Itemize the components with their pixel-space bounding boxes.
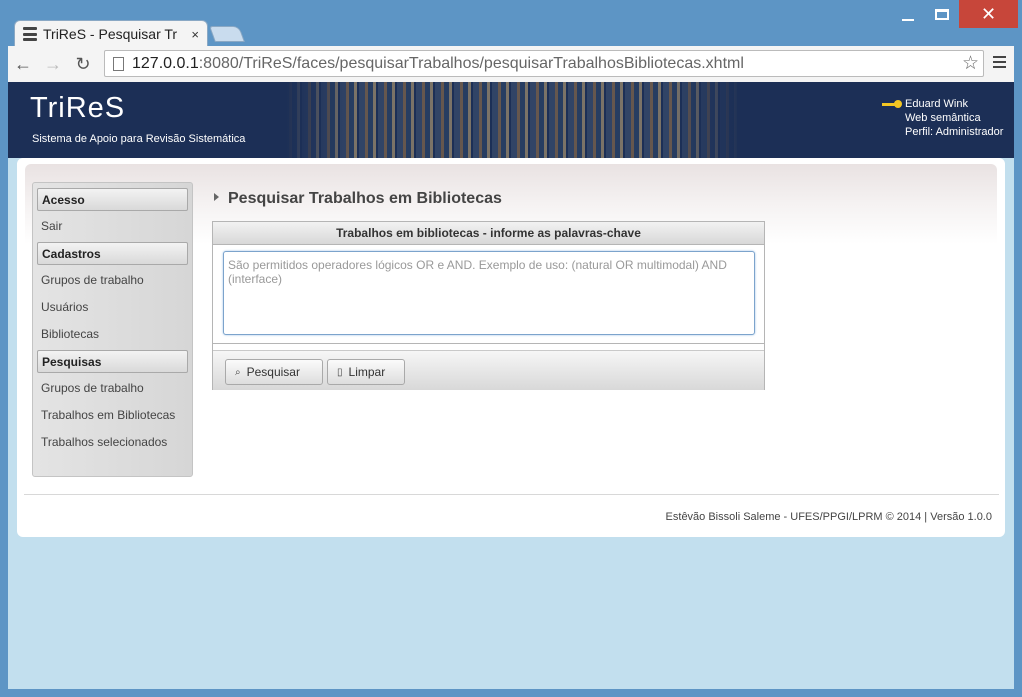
close-window-button[interactable]: ✕	[959, 0, 1018, 28]
keywords-input[interactable]	[223, 251, 755, 335]
user-name: Eduard Wink	[905, 98, 968, 110]
search-icon: ⌕	[235, 366, 241, 378]
footer-text: Estêvão Bissoli Saleme - UFES/PPGI/LPRM …	[665, 511, 992, 523]
sidebar-menu: Acesso Sair Cadastros Grupos de trabalho…	[32, 182, 193, 477]
maximize-button[interactable]	[927, 0, 957, 28]
bookmark-star-icon[interactable]: ☆	[962, 52, 979, 75]
footer-divider	[24, 494, 999, 495]
sidebar-header-acesso[interactable]: Acesso	[37, 188, 188, 211]
title-arrow-icon	[214, 192, 219, 201]
sidebar-item-trabalhos-selecionados[interactable]: Trabalhos selecionados	[37, 431, 188, 458]
user-profile: Perfil: Administrador	[905, 126, 1004, 138]
reload-button[interactable]: ↻	[68, 54, 98, 75]
url-host: 127.0.0.1	[132, 54, 199, 72]
back-button[interactable]: ←	[8, 54, 38, 75]
app-logo: TriReS	[30, 92, 126, 124]
browser-menu-icon[interactable]	[993, 56, 1006, 68]
sidebar-item-bibliotecas[interactable]: Bibliotecas	[37, 323, 188, 350]
search-button[interactable]: ⌕ Pesquisar	[225, 359, 323, 385]
user-info: Eduard Wink Web semântica Perfil: Admini…	[905, 97, 1005, 139]
address-bar[interactable]: 127.0.0.1:8080/TriReS/faces/pesquisarTra…	[104, 50, 984, 77]
page-icon	[113, 56, 124, 71]
browser-toolbar: ← → ↻ 127.0.0.1:8080/TriReS/faces/pesqui…	[8, 46, 1014, 82]
sidebar-header-pesquisas[interactable]: Pesquisas	[37, 350, 188, 373]
clear-button[interactable]: ▯ Limpar	[327, 359, 405, 385]
header-banner-image	[283, 82, 741, 158]
close-icon: ✕	[980, 3, 997, 24]
tab-close-icon[interactable]: ×	[191, 27, 199, 42]
user-group: Web semântica	[905, 112, 981, 124]
form-header: Trabalhos em bibliotecas - informe as pa…	[213, 222, 764, 245]
search-form-panel: Trabalhos em bibliotecas - informe as pa…	[212, 221, 765, 390]
books-icon	[23, 27, 37, 41]
window-titlebar: TriReS - Pesquisar Tr × ✕	[0, 0, 1022, 47]
minimize-button[interactable]	[893, 0, 923, 28]
sidebar-item-pesquisa-grupos[interactable]: Grupos de trabalho	[37, 377, 188, 404]
browser-tab[interactable]: TriReS - Pesquisar Tr ×	[14, 20, 208, 47]
sidebar-item-grupos-de-trabalho[interactable]: Grupos de trabalho	[37, 269, 188, 296]
page-title: Pesquisar Trabalhos em Bibliotecas	[214, 190, 502, 208]
maximize-icon	[935, 8, 949, 20]
document-icon: ▯	[337, 366, 343, 378]
sidebar-item-sair[interactable]: Sair	[37, 215, 188, 242]
new-tab-button[interactable]	[209, 26, 245, 42]
page-title-text: Pesquisar Trabalhos em Bibliotecas	[228, 190, 502, 207]
key-icon	[882, 100, 902, 108]
minimize-icon	[902, 19, 914, 21]
form-divider	[213, 343, 764, 344]
search-button-label: Pesquisar	[246, 365, 300, 379]
app-tagline: Sistema de Apoio para Revisão Sistemátic…	[32, 133, 246, 145]
sidebar-header-cadastros[interactable]: Cadastros	[37, 242, 188, 265]
main-panel: Acesso Sair Cadastros Grupos de trabalho…	[17, 158, 1005, 537]
url-path: :8080/TriReS/faces/pesquisarTrabalhos/pe…	[198, 54, 744, 72]
forward-button[interactable]: →	[38, 54, 68, 75]
clear-button-label: Limpar	[348, 365, 386, 379]
tab-title: TriReS - Pesquisar Tr	[43, 26, 178, 42]
sidebar-item-usuarios[interactable]: Usuários	[37, 296, 188, 323]
app-header: TriReS Sistema de Apoio para Revisão Sis…	[8, 82, 1014, 158]
form-button-bar: ⌕ Pesquisar ▯ Limpar	[213, 350, 764, 390]
sidebar-item-trabalhos-bibliotecas[interactable]: Trabalhos em Bibliotecas	[37, 404, 188, 431]
page-viewport: TriReS Sistema de Apoio para Revisão Sis…	[8, 82, 1014, 689]
